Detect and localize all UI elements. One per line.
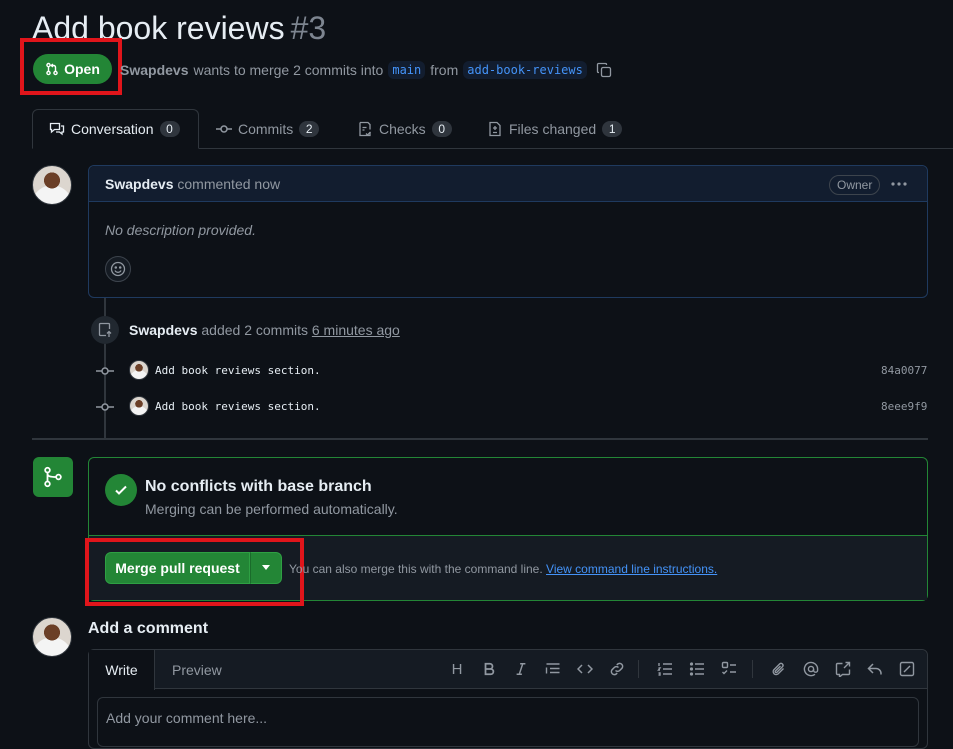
tab-label: Conversation: [71, 121, 154, 137]
tab-files-changed[interactable]: Files changed 1: [487, 109, 623, 149]
tab-counter: 1: [602, 121, 623, 137]
merge-text: wants to merge 2 commits into: [193, 62, 384, 78]
smiley-icon: [110, 261, 126, 277]
unordered-list-icon[interactable]: [688, 660, 706, 678]
event-time[interactable]: 6 minutes ago: [312, 322, 400, 338]
avatar[interactable]: [129, 396, 149, 416]
cli-hint: You can also merge this with the command…: [289, 562, 717, 576]
base-branch[interactable]: main: [388, 61, 426, 79]
pr-meta: Swapdevs wants to merge 2 commits into m…: [120, 60, 612, 80]
toolbar-divider: [752, 660, 753, 678]
comment-author[interactable]: Swapdevs: [105, 176, 173, 192]
cli-text: You can also merge this with the command…: [289, 562, 543, 576]
quote-icon[interactable]: [544, 660, 562, 678]
merge-button-highlight: [85, 538, 304, 606]
merge-status-badge: [33, 457, 73, 497]
avatar[interactable]: [32, 617, 72, 657]
timeline-badge: [91, 316, 119, 344]
git-merge-icon: [42, 466, 64, 488]
fullscreen-icon[interactable]: [898, 660, 916, 678]
head-branch[interactable]: add-book-reviews: [463, 61, 587, 79]
tab-label: Files changed: [509, 121, 597, 137]
toolbar-divider: [638, 660, 639, 678]
event-author[interactable]: Swapdevs: [129, 322, 197, 338]
merge-status-subtitle: Merging can be performed automatically.: [145, 501, 398, 517]
check-icon: [105, 474, 137, 506]
comment-body: No description provided.: [105, 222, 256, 238]
avatar[interactable]: [32, 165, 72, 205]
event-text: added 2 commits: [201, 322, 308, 338]
cli-instructions-link[interactable]: View command line instructions.: [546, 562, 717, 576]
tasklist-icon[interactable]: [720, 660, 738, 678]
timeline-divider: [32, 438, 928, 440]
commit-message[interactable]: Add book reviews section.: [155, 400, 321, 413]
merge-status-title: No conflicts with base branch: [145, 478, 372, 495]
checklist-icon: [357, 121, 373, 137]
git-pull-request-icon: [45, 62, 59, 76]
pr-author-link[interactable]: Swapdevs: [120, 62, 188, 78]
file-diff-icon: [487, 121, 503, 137]
commit-sha[interactable]: 84a0077: [881, 364, 927, 377]
code-icon[interactable]: [576, 660, 594, 678]
paperclip-icon[interactable]: [770, 660, 788, 678]
copy-icon[interactable]: [596, 62, 612, 78]
tab-commits[interactable]: Commits 2: [216, 109, 320, 149]
mention-icon[interactable]: [802, 660, 820, 678]
comment-discussion-icon: [49, 121, 65, 137]
git-commit-icon: [216, 121, 232, 137]
tab-counter: 2: [299, 121, 320, 137]
ordered-list-icon[interactable]: [656, 660, 674, 678]
from-text: from: [430, 62, 459, 78]
pr-number: #3: [290, 10, 327, 46]
repo-push-icon: [97, 322, 113, 338]
comment-meta[interactable]: commented now: [177, 176, 280, 192]
tab-label: Checks: [379, 121, 426, 137]
tab-conversation[interactable]: Conversation 0: [32, 109, 199, 149]
kebab-horizontal-icon[interactable]: [889, 176, 909, 192]
tab-counter: 0: [431, 121, 452, 137]
commits-event: Swapdevs added 2 commits 6 minutes ago: [129, 322, 400, 338]
commit-sha[interactable]: 8eee9f9: [881, 400, 927, 413]
comment-header-text: Swapdevs commented now: [105, 176, 280, 192]
pr-state-label: Open: [64, 61, 100, 77]
avatar[interactable]: [129, 360, 149, 380]
git-commit-icon: [96, 362, 114, 380]
add-reaction-button[interactable]: [105, 256, 131, 282]
tab-checks[interactable]: Checks 0: [357, 109, 452, 149]
cross-reference-icon[interactable]: [834, 660, 852, 678]
tab-label: Commits: [238, 121, 294, 137]
bold-icon[interactable]: [480, 660, 498, 678]
italic-icon[interactable]: [512, 660, 530, 678]
comment-textarea[interactable]: Add your comment here...: [97, 697, 919, 747]
heading-icon[interactable]: H: [448, 660, 466, 678]
tab-preview[interactable]: Preview: [172, 662, 222, 678]
commit-message[interactable]: Add book reviews section.: [155, 364, 321, 377]
git-commit-icon: [96, 398, 114, 416]
add-comment-heading: Add a comment: [88, 620, 209, 637]
pr-state-badge: Open: [33, 54, 112, 84]
owner-badge: Owner: [829, 175, 881, 195]
tab-write[interactable]: Write: [89, 650, 155, 690]
link-icon[interactable]: [608, 660, 626, 678]
reply-icon[interactable]: [866, 660, 884, 678]
tab-counter: 0: [159, 121, 180, 137]
comment-placeholder: Add your comment here...: [106, 710, 268, 726]
